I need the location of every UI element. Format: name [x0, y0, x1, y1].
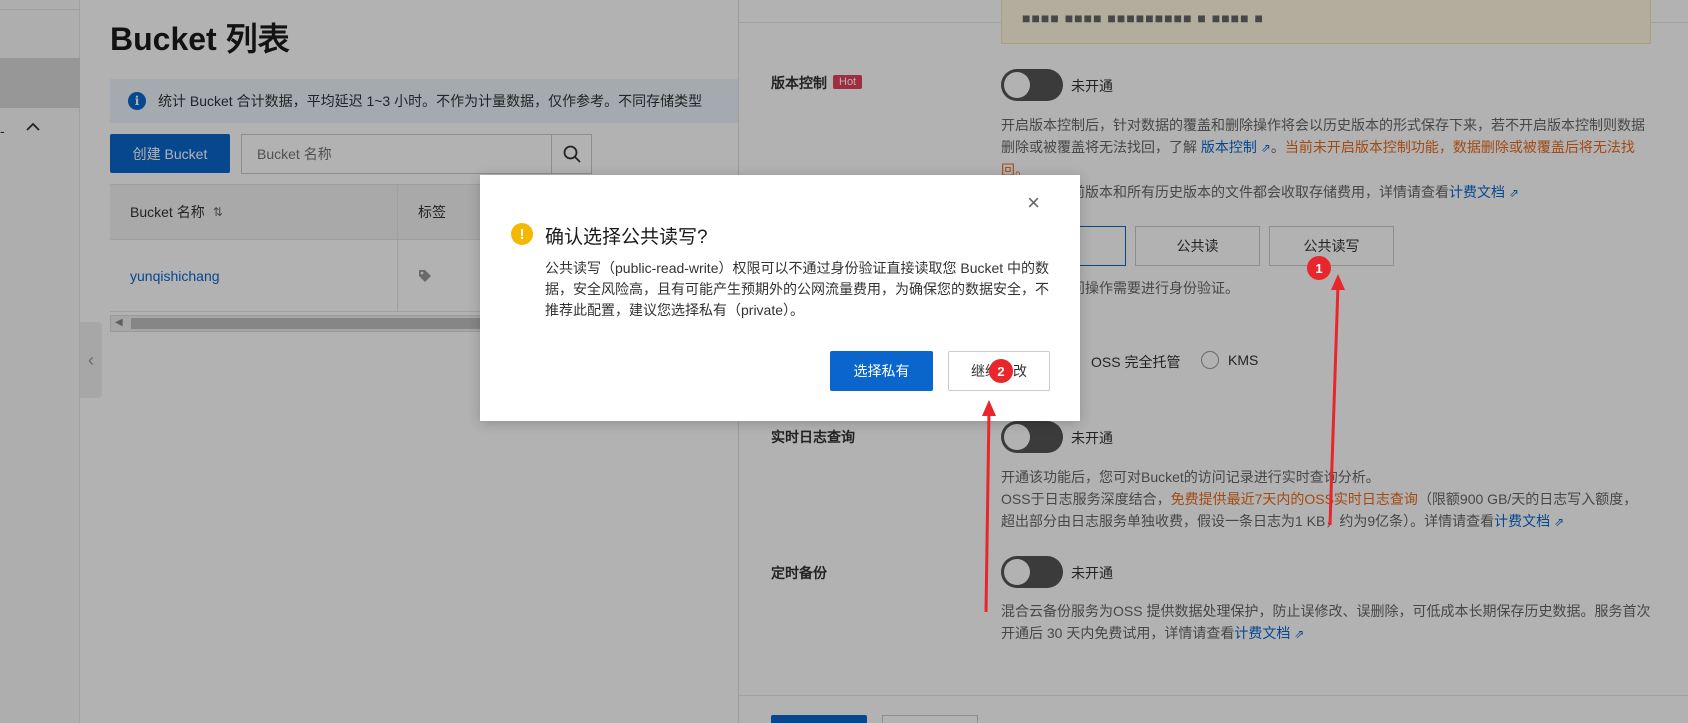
annotation-arrows: [982, 274, 1345, 613]
annotation-arrow-1: [1328, 284, 1340, 526]
annotation-arrow-2: [984, 411, 991, 613]
annotation-arrowhead-1: [1331, 274, 1345, 290]
annotation-marker-1: 1: [1307, 256, 1331, 280]
annotation-marker-2: 2: [989, 359, 1013, 383]
annotation-arrowhead-2: [982, 400, 996, 416]
